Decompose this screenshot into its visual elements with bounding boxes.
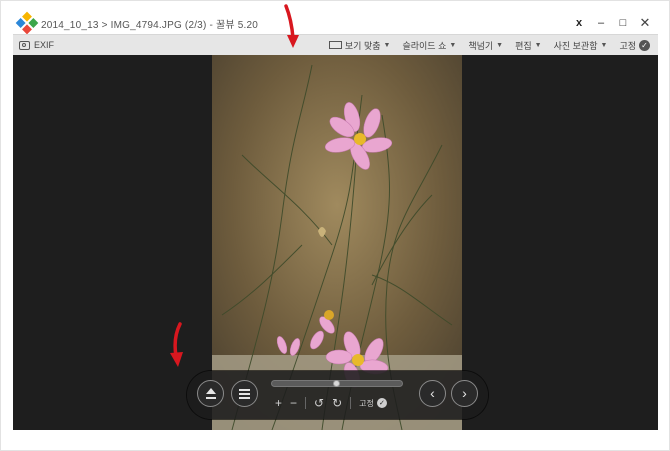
check-icon: ✓: [639, 39, 650, 51]
slideshow-label: 슬라이드 쇼: [402, 40, 447, 51]
previous-button[interactable]: ‹: [419, 380, 446, 407]
close-button[interactable]: ✕: [636, 14, 654, 32]
window-title: 2014_10_13 > IMG_4794.JPG (2/3) - 꿀뷰 5.2…: [41, 19, 259, 31]
list-icon: [239, 388, 250, 399]
image-tools: + − ↺ ↻ 고정 ✓: [275, 395, 387, 411]
annotation-arrow-icon: [284, 4, 299, 48]
view-fit-label: 보기 맞춤: [344, 40, 381, 51]
next-button[interactable]: ›: [451, 380, 478, 407]
menu-button[interactable]: [231, 380, 258, 407]
image-viewer: + − ↺ ↻ 고정 ✓ ‹ ›: [13, 55, 658, 430]
app-logo-icon: [15, 11, 39, 35]
rotate-left-button[interactable]: ↺: [314, 396, 324, 410]
chevron-right-icon: ›: [462, 385, 467, 401]
caret-down-icon: ▼: [534, 41, 542, 49]
window-controls: x – □ ✕: [566, 12, 654, 34]
eject-icon: [205, 387, 217, 400]
edit-menu[interactable]: 편집 ▼: [515, 39, 542, 52]
edit-label: 편집: [515, 40, 532, 51]
photo-storage-menu[interactable]: 사진 보관함 ▼: [554, 39, 608, 52]
book-flip-label: 책넘기: [468, 40, 494, 51]
divider: [350, 397, 352, 409]
minimize-button[interactable]: –: [592, 14, 610, 32]
photo-storage-label: 사진 보관함: [553, 40, 598, 51]
pin-icon[interactable]: x: [570, 14, 588, 32]
annotation-arrow-icon: [170, 322, 183, 367]
camera-icon: [19, 40, 30, 50]
zoom-in-button[interactable]: +: [275, 396, 282, 410]
exif-label: EXIF: [34, 40, 55, 50]
fix-toggle-label[interactable]: 고정: [359, 398, 374, 409]
pin-toggle[interactable]: 고정 ✓: [619, 39, 650, 52]
exif-button[interactable]: EXIF: [19, 40, 54, 50]
caret-down-icon: ▼: [600, 41, 608, 49]
book-flip-menu[interactable]: 책넘기 ▼: [468, 39, 503, 52]
eject-button[interactable]: [197, 380, 224, 407]
zoom-out-button[interactable]: −: [290, 396, 297, 410]
title-bar: 2014_10_13 > IMG_4794.JPG (2/3) - 꿀뷰 5.2…: [13, 11, 658, 35]
rotate-right-button[interactable]: ↻: [332, 396, 342, 410]
slideshow-menu[interactable]: 슬라이드 쇼 ▼: [402, 39, 456, 52]
view-fit-menu[interactable]: 보기 맞춤 ▼: [328, 39, 391, 52]
slider-thumb[interactable]: [333, 380, 340, 387]
image-slider[interactable]: [271, 380, 403, 387]
toolbar: EXIF 보기 맞춤 ▼ 슬라이드 쇼 ▼ 책넘기 ▼ 편집 ▼ 사진 보관함 …: [13, 34, 658, 56]
pin-toggle-label: 고정: [619, 40, 636, 51]
caret-down-icon: ▼: [383, 41, 391, 49]
caret-down-icon: ▼: [449, 41, 457, 49]
caret-down-icon: ▼: [496, 41, 504, 49]
fit-icon: [328, 41, 342, 49]
playback-control-bar: + − ↺ ↻ 고정 ✓ ‹ ›: [187, 371, 488, 419]
toolbar-menu: 보기 맞춤 ▼ 슬라이드 쇼 ▼ 책넘기 ▼ 편집 ▼ 사진 보관함 ▼ 고정 …: [317, 35, 650, 55]
divider: [305, 397, 307, 409]
check-icon[interactable]: ✓: [376, 398, 387, 408]
chevron-left-icon: ‹: [430, 385, 435, 401]
maximize-button[interactable]: □: [614, 14, 632, 32]
